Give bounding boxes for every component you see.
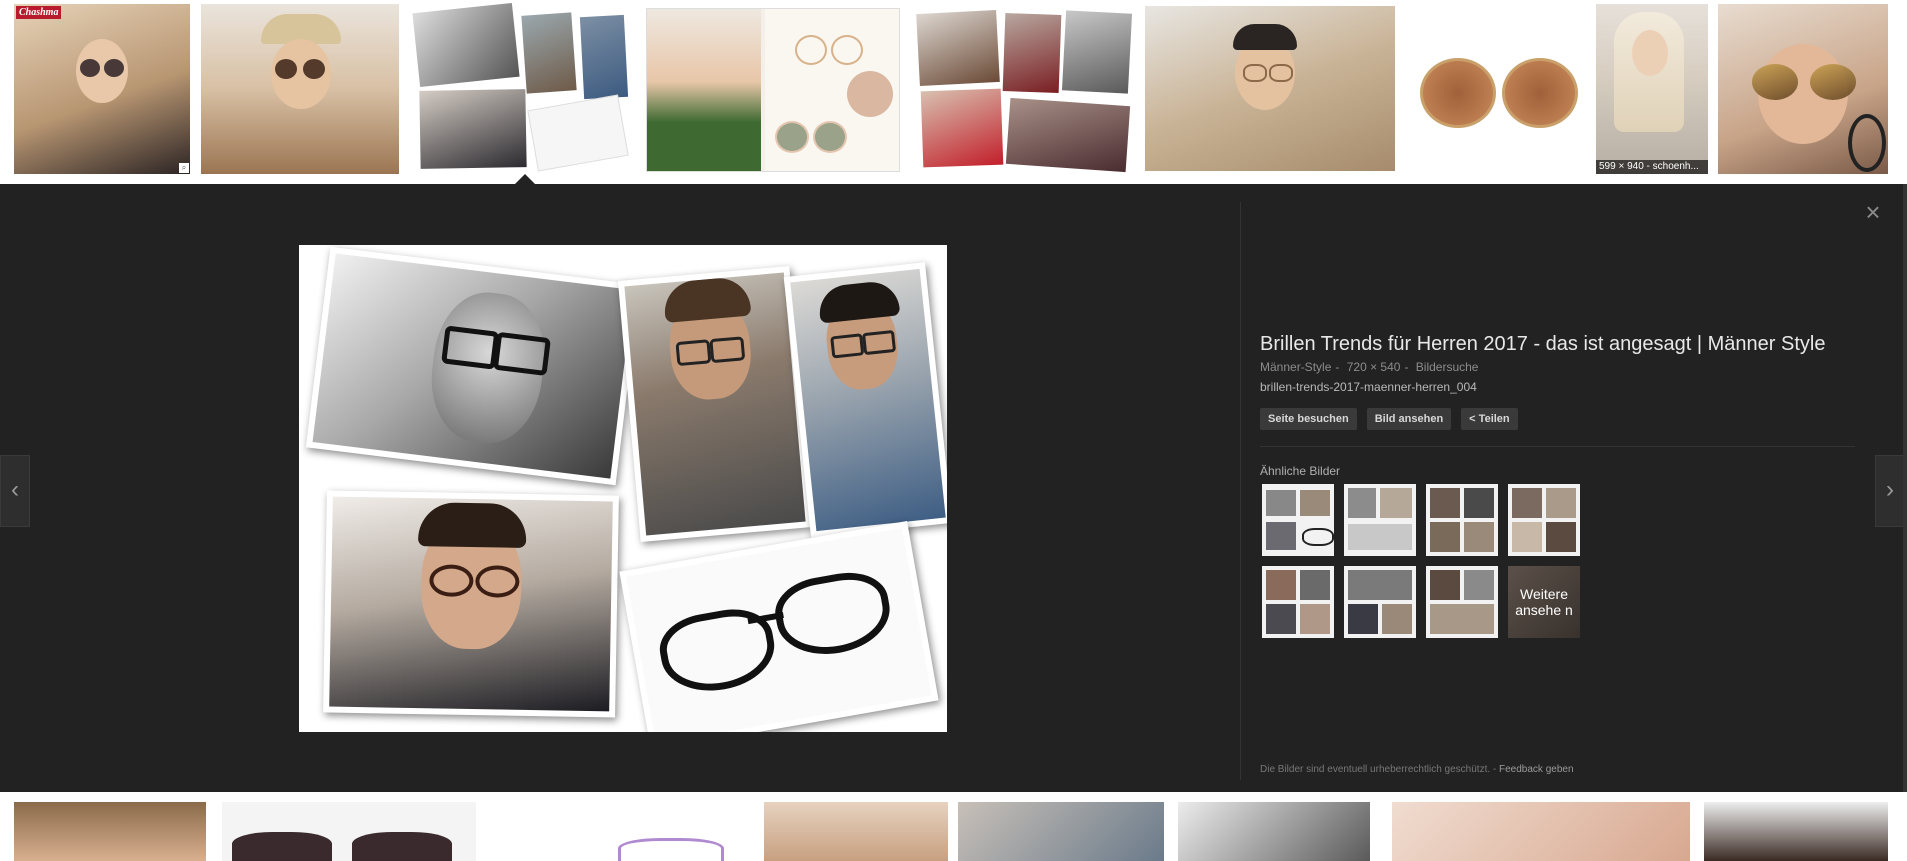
image-title[interactable]: Brillen Trends für Herren 2017 - das ist… [1260, 332, 1860, 356]
search-type: Bildersuche [1415, 360, 1479, 374]
share-icon: < [1469, 413, 1476, 425]
similar-image-4[interactable] [1508, 484, 1580, 556]
copyright-footer: Die Bilder sind eventuell urheberrechtli… [1260, 764, 1574, 775]
result-thumb-1[interactable]: Chashma ⌕ [14, 4, 190, 174]
result-thumb-b4[interactable] [764, 802, 948, 861]
close-icon[interactable]: × [1862, 199, 1884, 225]
selected-pointer [515, 174, 535, 184]
result-thumb-2[interactable] [201, 4, 399, 174]
bottom-thumbnail-strip [0, 792, 1907, 861]
result-thumb-b7[interactable] [1392, 802, 1690, 861]
result-thumb-b3[interactable] [488, 802, 738, 861]
action-buttons: Seite besuchen Bild ansehen < Teilen [1260, 408, 1860, 430]
result-thumb-6[interactable] [1145, 6, 1395, 171]
feedback-link[interactable]: Feedback geben [1499, 764, 1574, 775]
image-info: Brillen Trends für Herren 2017 - das ist… [1260, 332, 1860, 430]
similar-images-grid: Weitere ansehe n [1262, 484, 1592, 638]
similar-image-6[interactable] [1344, 566, 1416, 638]
result-thumb-b8[interactable] [1704, 802, 1888, 861]
result-thumb-7[interactable] [1408, 6, 1586, 171]
similar-images-heading: Ähnliche Bilder [1260, 464, 1341, 478]
image-meta: Männer-Style - 720 × 540- Bildersuche [1260, 360, 1479, 374]
zoom-icon: ⌕ [179, 163, 189, 173]
source-site[interactable]: Männer-Style [1260, 360, 1331, 374]
result-thumb-b6[interactable] [1178, 802, 1370, 861]
result-thumb-b5[interactable] [958, 802, 1164, 861]
result-thumb-3-selected[interactable] [412, 2, 634, 174]
similar-image-1[interactable] [1262, 484, 1334, 556]
image-size-label: 599 × 940 - schoenh... [1596, 160, 1708, 174]
result-thumb-4[interactable] [646, 8, 900, 172]
image-preview-panel: × ‹ › Brillen Trends für Herren 2017 - d… [0, 184, 1907, 792]
copyright-notice: Die Bilder sind eventuell urheberrechtli… [1260, 764, 1491, 775]
result-thumb-b2[interactable] [222, 802, 476, 861]
scrollbar[interactable] [1903, 184, 1907, 792]
preview-image[interactable] [299, 245, 947, 732]
more-similar-label: Weitere ansehe n [1508, 566, 1580, 638]
share-button[interactable]: < Teilen [1461, 408, 1518, 430]
chevron-right-icon[interactable]: › [1875, 455, 1905, 527]
more-similar-button[interactable]: Weitere ansehe n [1508, 566, 1580, 638]
result-thumb-9[interactable] [1718, 4, 1888, 174]
similar-image-7[interactable] [1426, 566, 1498, 638]
image-dimensions: 720 × 540 [1346, 360, 1401, 374]
top-thumbnail-strip: Chashma ⌕ 599 × 940 - schoenh... [0, 0, 1907, 184]
result-thumb-5[interactable] [912, 2, 1134, 174]
result-thumb-b1[interactable] [14, 802, 206, 861]
image-filename: brillen-trends-2017-maenner-herren_004 [1260, 380, 1477, 394]
panel-divider [1240, 202, 1241, 780]
view-image-button[interactable]: Bild ansehen [1366, 408, 1452, 430]
similar-image-5[interactable] [1262, 566, 1334, 638]
brand-badge: Chashma [16, 6, 62, 19]
similar-image-3[interactable] [1426, 484, 1498, 556]
similar-image-2[interactable] [1344, 484, 1416, 556]
result-thumb-8[interactable]: 599 × 940 - schoenh... [1596, 4, 1708, 174]
visit-page-button[interactable]: Seite besuchen [1260, 408, 1357, 430]
chevron-left-icon[interactable]: ‹ [0, 455, 30, 527]
share-label: Teilen [1478, 413, 1510, 425]
info-separator [1260, 446, 1855, 447]
